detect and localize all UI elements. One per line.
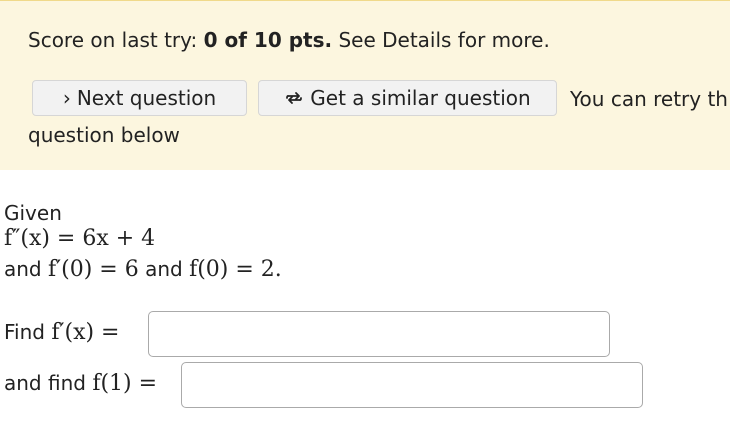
score-line: Score on last try: 0 of 10 pts. See Deta… <box>28 28 550 52</box>
chevron-right-icon: › <box>62 86 71 110</box>
first-condition: f′(0) = 6 <box>48 257 139 282</box>
next-question-label: Next question <box>76 86 217 110</box>
similar-question-button[interactable]: Get a similar question <box>258 80 557 116</box>
and-label: and <box>4 257 42 281</box>
initial-conditions-line: and f′(0) = 6 and f(0) = 2. <box>4 257 282 282</box>
second-condition: f(0) = 2. <box>189 257 282 282</box>
second-derivative-expression: f″(x) = 6x + 4 <box>4 226 156 251</box>
first-derivative-answer-input[interactable] <box>148 311 610 357</box>
find-first-prompt: Find f′(x) = <box>4 320 119 345</box>
similar-question-label: Get a similar question <box>310 86 531 110</box>
retry-text: You can retry th <box>570 87 728 111</box>
and-find-expression: f(1) = <box>92 371 158 396</box>
find-second-prompt: and find f(1) = <box>4 371 157 396</box>
find-label: Find <box>4 320 45 344</box>
function-value-answer-input[interactable] <box>181 362 643 408</box>
score-banner: Score on last try: 0 of 10 pts. See Deta… <box>0 0 730 170</box>
score-suffix: See Details for more. <box>332 28 550 52</box>
and-label-2: and <box>145 257 183 281</box>
score-value: 0 of 10 pts. <box>203 28 333 52</box>
find-expression: f′(x) = <box>51 320 120 345</box>
next-question-button[interactable]: › Next question <box>32 80 247 116</box>
and-find-label: and find <box>4 371 86 395</box>
retry-text-continued: question below <box>28 123 180 147</box>
given-label: Given <box>4 201 62 225</box>
score-prefix: Score on last try: <box>28 28 204 52</box>
refresh-arrows-icon <box>284 88 304 108</box>
